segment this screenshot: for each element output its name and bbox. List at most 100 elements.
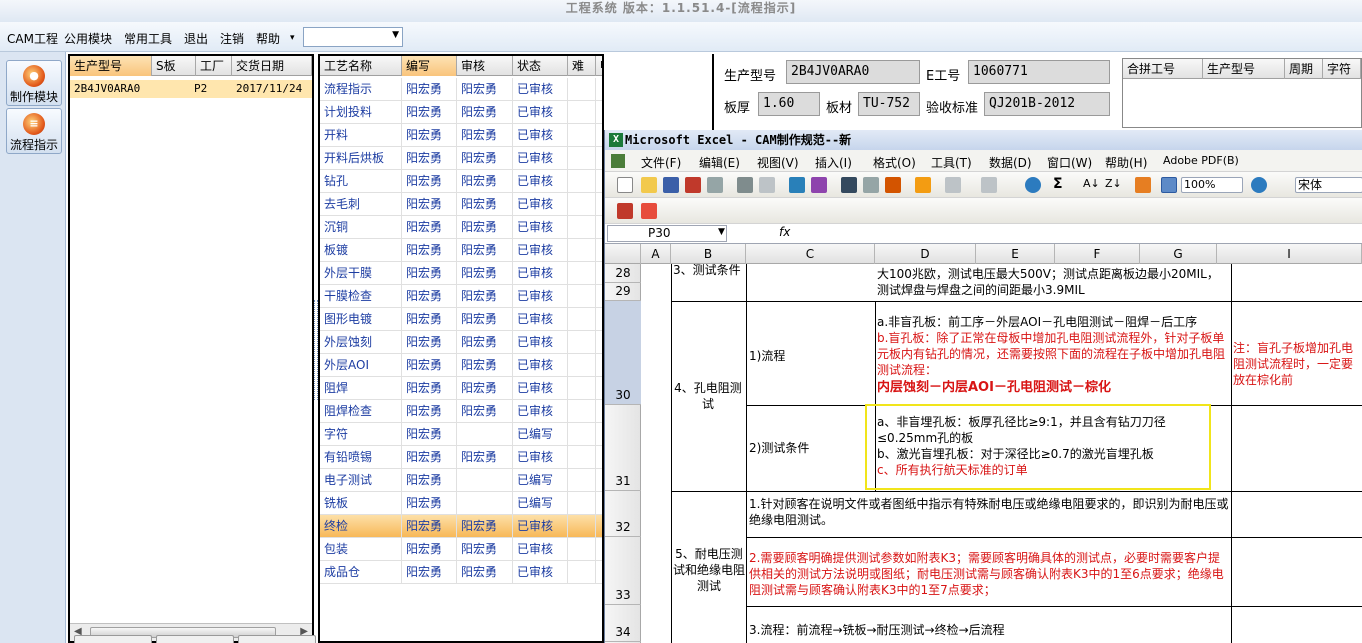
table-row[interactable]: 图形电镀 阳宏勇 阳宏勇 已审核 <box>320 308 602 331</box>
pdf-convert-icon[interactable] <box>617 203 633 219</box>
row-header[interactable]: 28 <box>605 263 641 283</box>
column-header[interactable]: G <box>1140 244 1217 264</box>
autosum-icon[interactable]: Σ <box>1053 176 1069 192</box>
excel-menu-insert[interactable]: 插入(I) <box>815 154 852 171</box>
cell-d30a[interactable]: a.非盲孔板：前工序－外层AOI－孔电阻测试－阻焊－后工序 <box>877 314 1229 330</box>
help-icon[interactable] <box>1251 177 1267 193</box>
col-merge-period[interactable]: 周期 <box>1285 59 1323 79</box>
row-header[interactable]: 30 <box>605 301 641 405</box>
col-status[interactable]: 状态 <box>513 56 568 76</box>
save-icon[interactable] <box>663 177 679 193</box>
menu-help[interactable]: 帮助 <box>256 30 280 47</box>
col-merge-eno[interactable]: 合拼工号 <box>1123 59 1203 79</box>
col-s-board[interactable]: S板 <box>152 56 196 76</box>
email-icon[interactable] <box>707 177 723 193</box>
sort-desc-icon[interactable]: Z↓ <box>1105 177 1122 193</box>
row-header[interactable]: 29 <box>605 283 641 301</box>
row-header[interactable]: 32 <box>605 491 641 537</box>
paste-icon[interactable] <box>885 177 901 193</box>
menu-combo-select[interactable]: ▼ <box>303 27 403 47</box>
table-row[interactable]: 铣板 阳宏勇 已编写 <box>320 492 602 515</box>
column-header[interactable]: A <box>641 244 671 264</box>
redo-icon[interactable] <box>981 177 997 193</box>
table-row[interactable]: 阻焊检查 阳宏勇 阳宏勇 已审核 <box>320 400 602 423</box>
standard-field[interactable]: QJ201B-2012 <box>984 92 1110 116</box>
bottom-tab[interactable] <box>74 635 152 643</box>
row-header[interactable]: 33 <box>605 537 641 605</box>
sheet-grid[interactable]: 3、测试条件 大100兆欧，测试电压最大500V；测试点距离板边最小20MIL，… <box>641 264 1362 643</box>
table-row[interactable]: 沉铜 阳宏勇 阳宏勇 已审核 <box>320 216 602 239</box>
menu-logout[interactable]: 注销 <box>220 30 244 47</box>
menu-common-tools[interactable]: 常用工具 <box>124 30 172 47</box>
cell-d28[interactable]: 大100兆欧，测试电压最大500V；测试点距离板边最小20MIL，测试焊盘与焊盘… <box>877 266 1229 298</box>
preview-icon[interactable] <box>759 177 775 193</box>
table-row[interactable]: 钻孔 阳宏勇 阳宏勇 已审核 <box>320 170 602 193</box>
excel-menu-help[interactable]: 帮助(H) <box>1105 154 1147 171</box>
name-box[interactable]: P30 <box>607 225 727 242</box>
open-icon[interactable] <box>641 177 657 193</box>
undo-icon[interactable] <box>945 177 961 193</box>
chevron-down-icon[interactable]: ▼ <box>718 227 725 237</box>
excel-menu-window[interactable]: 窗口(W) <box>1047 154 1092 171</box>
fx-icon[interactable]: fx <box>779 225 790 239</box>
excel-menu-format[interactable]: 格式(O) <box>873 154 916 171</box>
column-header[interactable]: D <box>875 244 976 264</box>
column-header[interactable]: F <box>1055 244 1140 264</box>
excel-menu-tools[interactable]: 工具(T) <box>931 154 972 171</box>
table-row[interactable]: 包装 阳宏勇 阳宏勇 已审核 <box>320 538 602 561</box>
make-module-button[interactable]: ● 制作模块 <box>6 60 62 106</box>
col-reviewer[interactable]: 审核 <box>457 56 513 76</box>
drawing-icon[interactable] <box>1161 177 1177 193</box>
permission-icon[interactable] <box>685 177 701 193</box>
column-header[interactable]: I <box>1217 244 1362 264</box>
table-row[interactable]: 外层蚀刻 阳宏勇 阳宏勇 已审核 <box>320 331 602 354</box>
row-header[interactable]: 34 <box>605 605 641 642</box>
hyperlink-icon[interactable] <box>1025 177 1041 193</box>
table-row[interactable]: 终检 阳宏勇 阳宏勇 已审核 <box>320 515 602 538</box>
new-icon[interactable] <box>617 177 633 193</box>
cell-b28[interactable]: 3、测试条件 <box>673 264 743 278</box>
col-model[interactable]: 生产型号 <box>70 56 152 76</box>
chart-wizard-icon[interactable] <box>1135 177 1151 193</box>
table-row[interactable]: 有铅喷锡 阳宏勇 阳宏勇 已审核 <box>320 446 602 469</box>
excel-menu-edit[interactable]: 编辑(E) <box>699 154 740 171</box>
cell-c32[interactable]: 1.针对顾客在说明文件或者图纸中指示有特殊耐电压或绝缘电阻要求的，即识别为耐电压… <box>749 496 1229 528</box>
cell-c34[interactable]: 3.流程：前流程→铣板→耐压测试→终检→后流程 <box>749 622 1229 638</box>
zoom-select[interactable]: 100% <box>1181 177 1243 193</box>
cell-c33[interactable]: 2.需要顾客明确提供测试参数如附表K3；需要顾客明确具体的测试点，必要时需要客户… <box>749 550 1229 598</box>
table-row[interactable]: 板镀 阳宏勇 阳宏勇 已审核 <box>320 239 602 262</box>
menu-exit[interactable]: 退出 <box>184 30 208 47</box>
excel-menu-view[interactable]: 视图(V) <box>757 154 799 171</box>
cut-icon[interactable] <box>841 177 857 193</box>
column-header[interactable]: C <box>746 244 875 264</box>
format-painter-icon[interactable] <box>915 177 931 193</box>
research-icon[interactable] <box>811 177 827 193</box>
cell-d30c[interactable]: 内层蚀刻－内层AOI－孔电阻测试－棕化 <box>877 380 1229 396</box>
spelling-icon[interactable] <box>789 177 805 193</box>
cell-b30[interactable]: 4、孔电阻测试 <box>673 380 743 412</box>
col-difficulty[interactable]: 难 <box>568 56 596 76</box>
table-row[interactable]: 外层干膜 阳宏勇 阳宏勇 已审核 <box>320 262 602 285</box>
model-field[interactable]: 2B4JV0ARA0 <box>786 60 920 84</box>
copy-icon[interactable] <box>863 177 879 193</box>
table-row[interactable]: 电子测试 阳宏勇 已编写 <box>320 469 602 492</box>
table-row[interactable]: 阻焊 阳宏勇 阳宏勇 已审核 <box>320 377 602 400</box>
sort-asc-icon[interactable]: A↓ <box>1083 177 1100 193</box>
column-header[interactable]: E <box>976 244 1055 264</box>
col-process-name[interactable]: 工艺名称 <box>320 56 402 76</box>
thickness-field[interactable]: 1.60 <box>758 92 820 116</box>
eno-field[interactable]: 1060771 <box>968 60 1110 84</box>
table-row[interactable]: 成品仓 阳宏勇 阳宏勇 已审核 <box>320 561 602 584</box>
bottom-tab[interactable] <box>238 635 316 643</box>
pdf-email-icon[interactable] <box>641 203 657 219</box>
cell-i30[interactable]: 注：盲孔子板增加孔电阻测试流程时，一定要放在棕化前 <box>1233 340 1362 388</box>
flow-instruction-button[interactable]: ≡ 流程指示 <box>6 108 62 154</box>
menu-cam[interactable]: CAM工程 <box>7 30 58 47</box>
select-all-corner[interactable] <box>605 244 641 264</box>
cell-c31[interactable]: 2)测试条件 <box>749 440 869 456</box>
col-writer[interactable]: 编写 <box>402 56 457 76</box>
excel-title-bar[interactable]: X Microsoft Excel - CAM制作规范--新 <box>605 130 1362 150</box>
column-header[interactable]: B <box>671 244 746 264</box>
row-header[interactable]: 31 <box>605 405 641 491</box>
cell-d30b[interactable]: b.盲孔板：除了正常在母板中增加孔电阻测试流程外，针对子板单元板内有钻孔的情况，… <box>877 330 1229 378</box>
